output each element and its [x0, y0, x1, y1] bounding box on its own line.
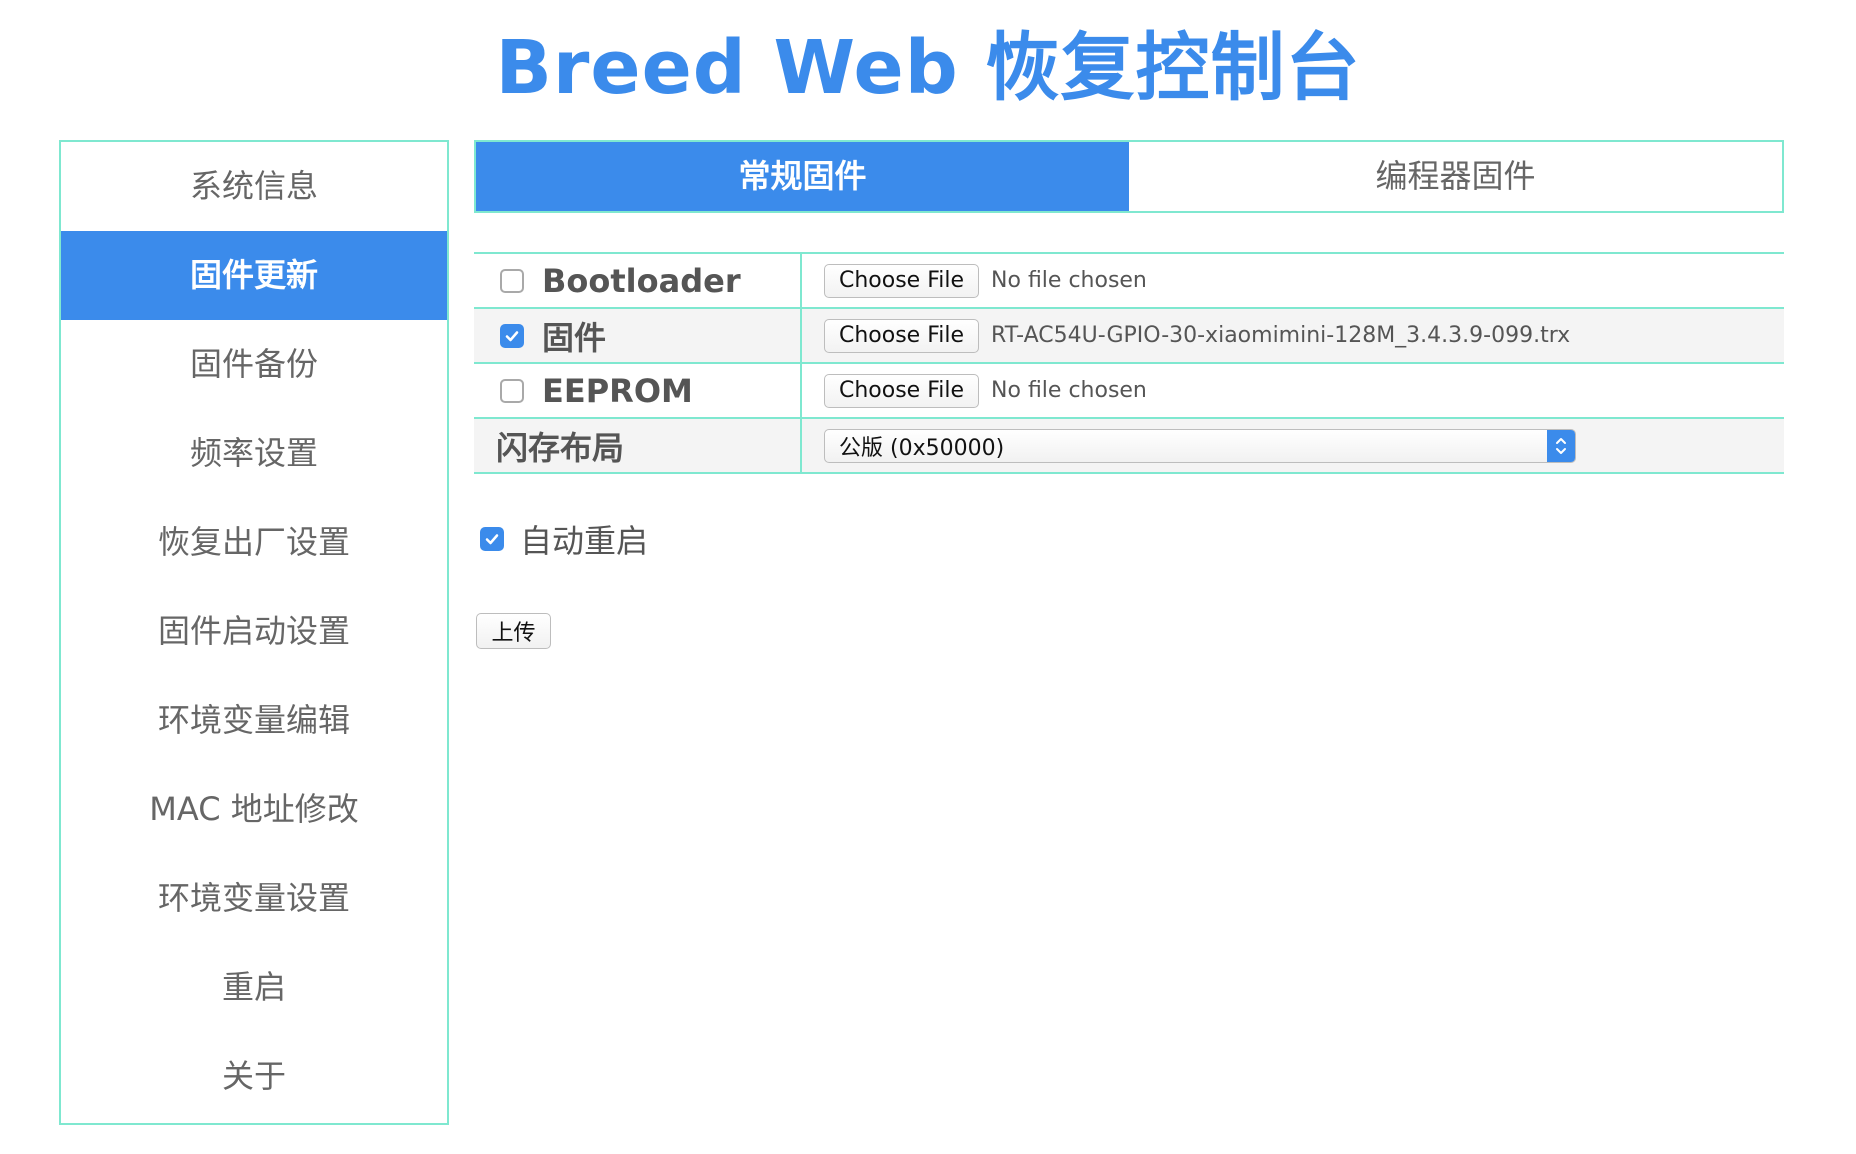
sidebar-item-about[interactable]: 关于 — [61, 1032, 447, 1121]
table-row: 闪存布局 公版 (0x50000) — [474, 419, 1784, 474]
bootloader-label: Bootloader — [542, 261, 741, 300]
sidebar-item-system-info[interactable]: 系统信息 — [61, 142, 447, 231]
chevron-up-down-icon — [1547, 429, 1575, 462]
sidebar-item-frequency[interactable]: 频率设置 — [61, 409, 447, 498]
sidebar-item-mac-address[interactable]: MAC 地址修改 — [61, 765, 447, 854]
page-title: Breed Web 恢复控制台 — [495, 25, 1361, 111]
auto-reboot-label: 自动重启 — [520, 522, 649, 560]
firmware-label: 固件 — [542, 318, 607, 357]
bootloader-checkbox[interactable] — [500, 268, 524, 293]
firmware-table: Bootloader Choose File No file chosen 固件… — [474, 252, 1784, 474]
bootloader-file-name: No file chosen — [991, 268, 1147, 293]
flash-layout-label: 闪存布局 — [474, 419, 802, 472]
auto-reboot-option: 自动重启 — [480, 516, 648, 562]
sidebar: 系统信息 固件更新 固件备份 频率设置 恢复出厂设置 固件启动设置 环境变量编辑… — [59, 140, 449, 1125]
sidebar-item-env-edit[interactable]: 环境变量编辑 — [61, 676, 447, 765]
eeprom-checkbox[interactable] — [500, 378, 524, 403]
sidebar-item-env-settings[interactable]: 环境变量设置 — [61, 854, 447, 943]
eeprom-file-name: No file chosen — [991, 378, 1147, 403]
tab-programmer-firmware[interactable]: 编程器固件 — [1129, 142, 1782, 211]
sidebar-item-firmware-backup[interactable]: 固件备份 — [61, 320, 447, 409]
sidebar-item-reboot[interactable]: 重启 — [61, 943, 447, 1032]
auto-reboot-checkbox[interactable] — [480, 527, 504, 551]
flash-layout-selected-value: 公版 (0x50000) — [839, 435, 1005, 461]
eeprom-choose-file-button[interactable]: Choose File — [824, 373, 980, 408]
tab-regular-firmware[interactable]: 常规固件 — [476, 142, 1129, 211]
bootloader-choose-file-button[interactable]: Choose File — [824, 263, 980, 298]
eeprom-label: EEPROM — [542, 371, 693, 410]
table-row: 固件 Choose File RT-AC54U-GPIO-30-xiaomimi… — [474, 309, 1784, 364]
sidebar-item-boot-settings[interactable]: 固件启动设置 — [61, 587, 447, 676]
upload-button[interactable]: 上传 — [476, 613, 551, 649]
sidebar-item-firmware-update[interactable]: 固件更新 — [61, 231, 447, 320]
firmware-file-name: RT-AC54U-GPIO-30-xiaomimini-128M_3.4.3.9… — [991, 323, 1571, 348]
firmware-checkbox[interactable] — [500, 323, 524, 348]
firmware-choose-file-button[interactable]: Choose File — [824, 318, 980, 353]
flash-layout-select[interactable]: 公版 (0x50000) — [824, 428, 1576, 463]
sidebar-item-factory-reset[interactable]: 恢复出厂设置 — [61, 498, 447, 587]
firmware-tabs: 常规固件 编程器固件 — [474, 140, 1784, 213]
table-row: Bootloader Choose File No file chosen — [474, 254, 1784, 309]
table-row: EEPROM Choose File No file chosen — [474, 364, 1784, 419]
